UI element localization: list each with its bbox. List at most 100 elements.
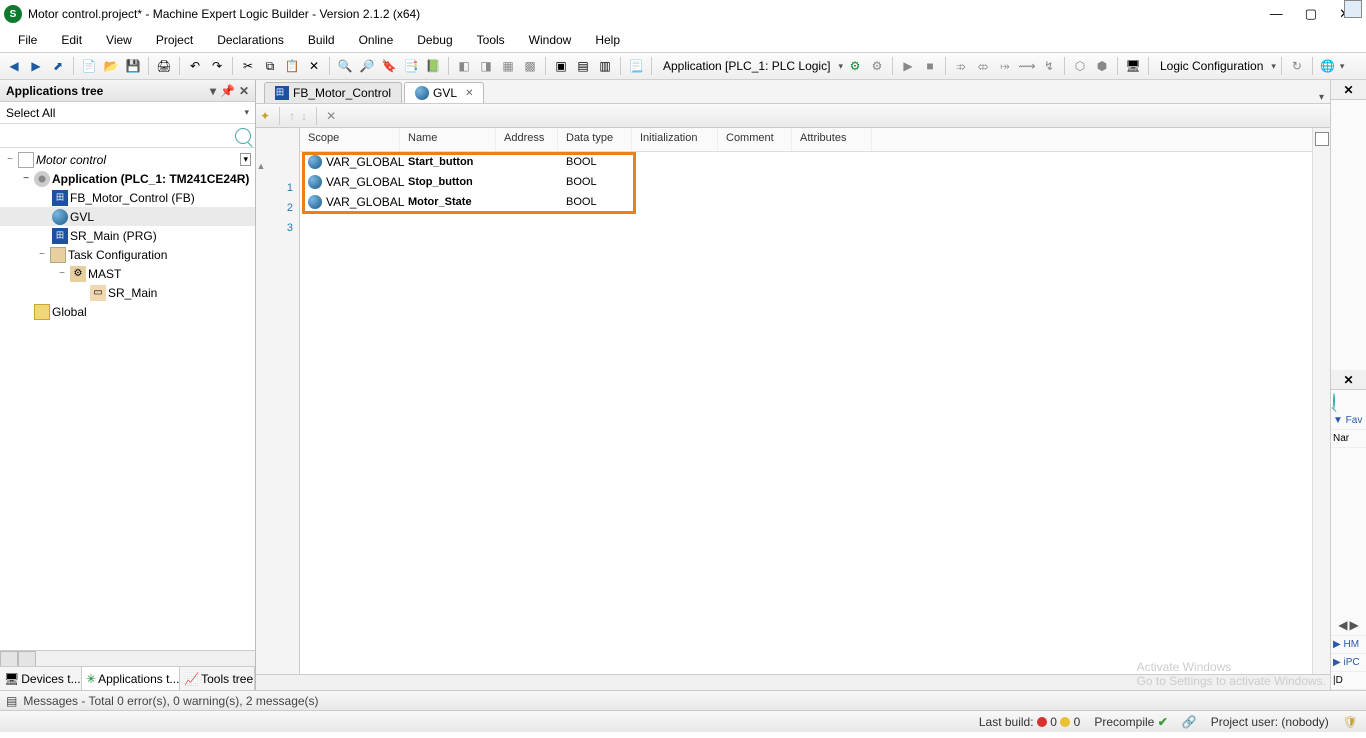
hex2-icon[interactable]: ⬢	[1092, 56, 1112, 76]
bp4-icon[interactable]: ▩	[520, 56, 540, 76]
row2-datatype[interactable]: BOOL	[558, 176, 632, 188]
move-down-icon[interactable]: ↓	[301, 109, 307, 123]
nav-up-icon[interactable]: ⬈	[48, 56, 68, 76]
print-icon[interactable]: 🖨	[154, 56, 174, 76]
row3-name[interactable]: Motor_State	[400, 196, 496, 208]
right-ipc[interactable]: ▶ iPC	[1331, 654, 1366, 672]
right-nar[interactable]: Nar	[1331, 430, 1366, 448]
menu-online[interactable]: Online	[349, 31, 404, 49]
doc-icon[interactable]: 📃	[626, 56, 646, 76]
menu-window[interactable]: Window	[519, 31, 582, 49]
menu-debug[interactable]: Debug	[407, 31, 462, 49]
right-d[interactable]: |D	[1331, 672, 1366, 690]
tab-fb-motor-control[interactable]: 田 FB_Motor_Control	[264, 82, 402, 103]
table-row[interactable]: VAR_GLOBAL Stop_button BOOL	[300, 172, 1312, 192]
step1-icon[interactable]: ⤃	[951, 56, 971, 76]
tree-root[interactable]: − Motor control ▾	[0, 150, 255, 169]
box1-icon[interactable]: ▣	[551, 56, 571, 76]
tree-search-input[interactable]	[4, 130, 235, 142]
paste-icon[interactable]: 📋	[282, 56, 302, 76]
right-close2-icon[interactable]: ✕	[1331, 370, 1366, 390]
menu-tools[interactable]: Tools	[467, 31, 515, 49]
refresh-icon[interactable]: ↻	[1287, 56, 1307, 76]
copy-icon[interactable]: ⧉	[260, 56, 280, 76]
delete-icon[interactable]: ✕	[304, 56, 324, 76]
run-icon[interactable]: ▶	[898, 56, 918, 76]
header-comment[interactable]: Comment	[718, 128, 792, 151]
search-icon[interactable]	[235, 128, 251, 144]
tab-applications-tree[interactable]: ✳ Applications t...	[82, 667, 180, 690]
status-connection-icon[interactable]: 🔗	[1182, 715, 1197, 729]
table-row[interactable]: VAR_GLOBAL Motor_State BOOL	[300, 192, 1312, 212]
right-nav-arrows[interactable]: ◀▶	[1331, 615, 1366, 636]
panel-dropdown-icon[interactable]: ▾	[210, 84, 216, 98]
panel-pin-icon[interactable]: 📌	[220, 84, 235, 98]
header-scope[interactable]: Scope	[300, 128, 400, 151]
minimize-button[interactable]: —	[1270, 6, 1283, 22]
save-icon[interactable]: 💾	[123, 56, 143, 76]
tab-close-icon[interactable]: ✕	[465, 88, 473, 99]
redo-icon[interactable]: ↷	[207, 56, 227, 76]
menu-edit[interactable]: Edit	[51, 31, 92, 49]
stop-icon[interactable]: ■	[920, 56, 940, 76]
menu-project[interactable]: Project	[146, 31, 203, 49]
table-view-icon[interactable]	[1315, 132, 1329, 146]
tree-mast[interactable]: −⚙ MAST	[0, 264, 255, 283]
row3-datatype[interactable]: BOOL	[558, 196, 632, 208]
hex-icon[interactable]: ⬡	[1070, 56, 1090, 76]
step3-icon[interactable]: ⤅	[995, 56, 1015, 76]
step4-icon[interactable]: ⟿	[1017, 56, 1037, 76]
tree-gvl[interactable]: GVL	[0, 207, 255, 226]
screen-icon[interactable]: 🖥	[1123, 56, 1143, 76]
menu-file[interactable]: File	[8, 31, 47, 49]
bookmark2-icon[interactable]: 📑	[401, 56, 421, 76]
box3-icon[interactable]: ▥	[595, 56, 615, 76]
nav-fwd-icon[interactable]: ▶	[26, 56, 46, 76]
header-address[interactable]: Address	[496, 128, 558, 151]
menu-help[interactable]: Help	[585, 31, 630, 49]
new-icon[interactable]: 📄	[79, 56, 99, 76]
logout-icon[interactable]: ⚙	[867, 56, 887, 76]
tree-sr-main-task[interactable]: ▭ SR_Main	[0, 283, 255, 302]
tab-gvl[interactable]: GVL ✕	[404, 82, 484, 103]
menu-declarations[interactable]: Declarations	[207, 31, 294, 49]
app-context[interactable]: Application [PLC_1: PLC Logic]	[657, 59, 836, 73]
delete-var-icon[interactable]: ✕	[326, 109, 336, 123]
tree-sr-main[interactable]: 田 SR_Main (PRG)	[0, 226, 255, 245]
find-next-icon[interactable]: 🔎	[357, 56, 377, 76]
menu-build[interactable]: Build	[298, 31, 345, 49]
header-datatype[interactable]: Data type	[558, 128, 632, 151]
row1-name[interactable]: Start_button	[400, 156, 496, 168]
right-hm[interactable]: ▶ HM	[1331, 636, 1366, 654]
cut-icon[interactable]: ✂	[238, 56, 258, 76]
menu-view[interactable]: View	[96, 31, 142, 49]
tree-task-config[interactable]: − Task Configuration	[0, 245, 255, 264]
right-search-icon[interactable]	[1333, 393, 1335, 409]
maximize-button[interactable]: ▢	[1305, 6, 1317, 22]
tabs-dropdown-icon[interactable]: ▾	[1313, 92, 1330, 103]
step2-icon[interactable]: ⤄	[973, 56, 993, 76]
login-icon[interactable]: ⚙	[845, 56, 865, 76]
bp-icon[interactable]: ◧	[454, 56, 474, 76]
bookmark-icon[interactable]: 🔖	[379, 56, 399, 76]
box2-icon[interactable]: ▤	[573, 56, 593, 76]
tree-horizontal-scrollbar[interactable]	[0, 650, 255, 666]
tab-devices-tree[interactable]: 🖥 Devices t...	[0, 667, 82, 690]
header-attributes[interactable]: Attributes	[792, 128, 872, 151]
table-row[interactable]: VAR_GLOBAL Start_button BOOL	[300, 152, 1312, 172]
tree-fb-motor-control[interactable]: 田 FB_Motor_Control (FB)	[0, 188, 255, 207]
bp3-icon[interactable]: ▦	[498, 56, 518, 76]
tree-application[interactable]: − Application (PLC_1: TM241CE24R)	[0, 169, 255, 188]
panel-close-icon[interactable]: ✕	[239, 84, 249, 98]
add-var-icon[interactable]: ✦	[260, 109, 270, 123]
move-up-icon[interactable]: ↑	[289, 109, 295, 123]
right-favorites[interactable]: ▼ Fav	[1331, 412, 1366, 430]
right-close-icon[interactable]: ✕	[1331, 80, 1366, 100]
row2-name[interactable]: Stop_button	[400, 176, 496, 188]
row1-datatype[interactable]: BOOL	[558, 156, 632, 168]
undo-icon[interactable]: ↶	[185, 56, 205, 76]
tab-tools-tree[interactable]: 📈 Tools tree	[180, 667, 255, 690]
messages-bar[interactable]: ▤ Messages - Total 0 error(s), 0 warning…	[0, 690, 1366, 710]
bookmark3-icon[interactable]: 📗	[423, 56, 443, 76]
header-name[interactable]: Name	[400, 128, 496, 151]
